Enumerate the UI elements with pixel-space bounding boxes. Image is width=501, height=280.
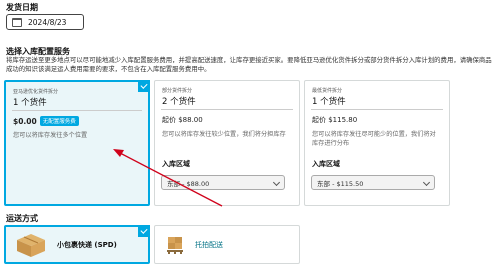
annotation-arrow <box>113 149 223 207</box>
